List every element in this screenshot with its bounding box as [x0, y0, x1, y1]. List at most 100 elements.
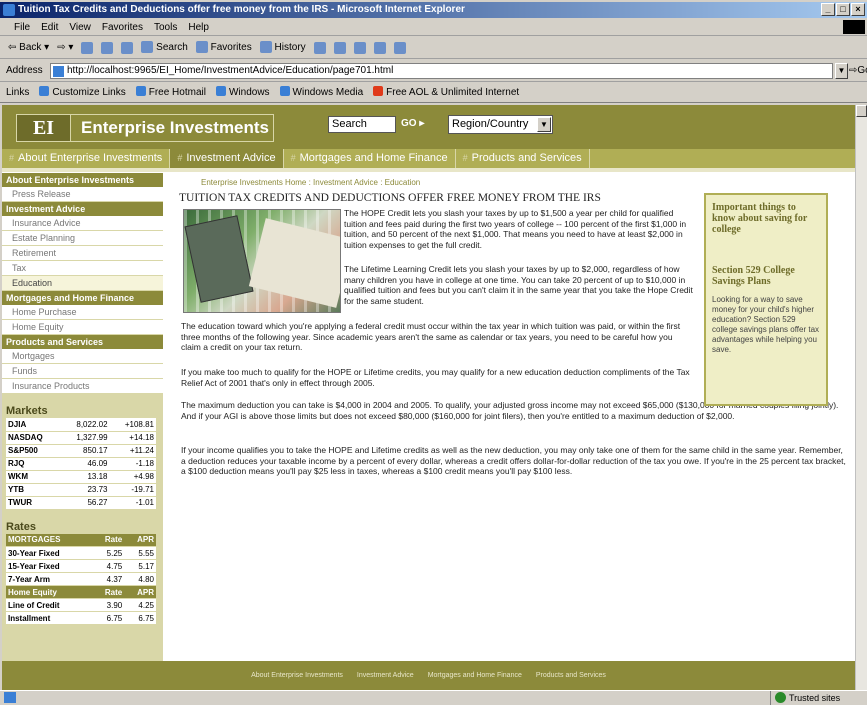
calculator-graphic	[184, 215, 254, 303]
market-value: 1,327.99	[60, 431, 110, 445]
favorites-button[interactable]: Favorites	[195, 37, 252, 59]
sidebar-item-funds[interactable]: Funds	[2, 364, 163, 379]
nav-products[interactable]: Products and Services	[456, 149, 590, 168]
site-logo[interactable]: EI Enterprise Investments	[16, 114, 274, 142]
home-icon[interactable]	[121, 41, 134, 54]
rate-value: 5.25	[91, 546, 125, 560]
footer-link-investment-advice[interactable]: Investment Advice	[357, 672, 414, 679]
scroll-up-button[interactable]	[856, 105, 867, 117]
nav-mortgages[interactable]: Mortgages and Home Finance	[284, 149, 456, 168]
rate-value: 4.75	[91, 559, 125, 573]
link-windows-media[interactable]: Windows Media	[280, 83, 364, 102]
rate-value: 4.37	[91, 572, 125, 586]
links-label: Links	[6, 87, 30, 98]
mail-icon[interactable]	[313, 41, 326, 54]
sidebar-item-home-equity[interactable]: Home Equity	[2, 320, 163, 335]
table-row: TWUR 56.27 -1.01	[6, 496, 156, 510]
sidebar-group-about[interactable]: About Enterprise Investments	[2, 173, 163, 187]
address-input[interactable]: http://localhost:9965/EI_Home/Investment…	[50, 63, 833, 79]
page-viewport: EI Enterprise Investments Search GO ▸ Re…	[2, 105, 855, 690]
rate-apr: 4.25	[124, 598, 156, 612]
link-free-hotmail[interactable]: Free Hotmail	[136, 83, 206, 102]
rate-value: 6.75	[91, 611, 125, 625]
market-symbol: TWUR	[6, 496, 61, 510]
link-windows[interactable]: Windows	[216, 83, 270, 102]
link-free-aol[interactable]: Free AOL & Unlimited Internet	[373, 83, 519, 102]
sidebar-item-press-release[interactable]: Press Release	[2, 187, 163, 202]
sidebar-item-home-purchase[interactable]: Home Purchase	[2, 305, 163, 320]
stop-icon[interactable]	[81, 41, 94, 54]
breadcrumb[interactable]: Enterprise Investments Home : Investment…	[201, 178, 420, 187]
menu-tools[interactable]: Tools	[154, 19, 177, 35]
go-button-label: Go	[857, 65, 867, 76]
market-symbol: NASDAQ	[6, 431, 61, 445]
menu-file[interactable]: File	[14, 19, 30, 35]
sidebar-item-insurance-advice[interactable]: Insurance Advice	[2, 216, 163, 231]
nav-about[interactable]: About Enterprise Investments	[2, 149, 171, 168]
edit-icon[interactable]	[353, 41, 366, 54]
sidebar-item-education[interactable]: Education	[2, 276, 163, 291]
rates-header-rate: Rate	[91, 533, 125, 547]
menu-help[interactable]: Help	[188, 19, 209, 35]
sidebar-group-products[interactable]: Products and Services	[2, 335, 163, 349]
window-title: Tuition Tax Credits and Deductions offer…	[18, 4, 465, 15]
table-header-row: Home Equity Rate APR	[6, 585, 156, 599]
table-row: 15-Year Fixed 4.75 5.17	[6, 559, 156, 573]
college-savings-callout: Important things to know about saving fo…	[704, 193, 828, 406]
history-button[interactable]: History	[259, 37, 306, 59]
sidebar-item-tax[interactable]: Tax	[2, 261, 163, 276]
title-bar: Tuition Tax Credits and Deductions offer…	[0, 2, 867, 18]
footer-link-products[interactable]: Products and Services	[536, 672, 606, 679]
menu-edit[interactable]: Edit	[41, 19, 58, 35]
vertical-scrollbar[interactable]	[855, 105, 867, 690]
market-value: 23.73	[60, 483, 110, 497]
search-button[interactable]: Search	[141, 37, 188, 59]
sidebar-item-estate-planning[interactable]: Estate Planning	[2, 231, 163, 246]
site-search-input[interactable]: Search	[328, 116, 396, 133]
article-paragraph-2: The Lifetime Learning Credit lets you sl…	[344, 264, 693, 306]
search-icon	[141, 40, 154, 53]
menu-bar: File Edit View Favorites Tools Help	[0, 19, 867, 36]
link-customize-links[interactable]: Customize Links	[39, 83, 125, 102]
print-icon[interactable]	[333, 41, 346, 54]
region-select[interactable]: Region/Country ▼	[448, 115, 553, 134]
favorites-button-label: Favorites	[210, 41, 252, 53]
discuss-icon[interactable]	[373, 41, 386, 54]
article-paragraph-6: If your income qualifies you to take the…	[181, 445, 846, 476]
security-zone-label: Trusted sites	[789, 693, 841, 703]
footer-link-mortgages[interactable]: Mortgages and Home Finance	[428, 672, 522, 679]
market-change: -1.18	[109, 457, 156, 471]
close-button[interactable]: ×	[851, 3, 865, 16]
table-row: S&P500 850.17 +11.24	[6, 444, 156, 458]
address-dropdown-button[interactable]: ▼	[835, 63, 848, 79]
sidebar-item-insurance-products[interactable]: Insurance Products	[2, 379, 163, 394]
chevron-down-icon: ▼	[537, 117, 551, 132]
menu-favorites[interactable]: Favorites	[102, 19, 143, 35]
market-value: 46.09	[60, 457, 110, 471]
sidebar-group-mortgages[interactable]: Mortgages and Home Finance	[2, 291, 163, 305]
back-button[interactable]: ⇦ Back ▾	[8, 37, 49, 59]
forward-button[interactable]: ⇨ ▾	[57, 37, 73, 59]
sidebar-group-investment-advice[interactable]: Investment Advice	[2, 202, 163, 216]
sidebar-item-retirement[interactable]: Retirement	[2, 246, 163, 261]
refresh-icon[interactable]	[101, 41, 114, 54]
minimize-button[interactable]: _	[821, 3, 835, 16]
site-go-button[interactable]: GO ▸	[401, 118, 424, 129]
page-icon	[53, 66, 64, 77]
messenger-icon[interactable]	[393, 41, 406, 54]
favorites-icon	[195, 40, 208, 53]
nav-investment-advice[interactable]: Investment Advice	[170, 149, 284, 168]
table-row: Installment 6.75 6.75	[6, 611, 156, 625]
go-button[interactable]: ⇨Go	[849, 60, 867, 82]
callout-subheading[interactable]: Section 529 College Savings Plans	[712, 265, 820, 287]
rate-product: Installment	[6, 611, 92, 625]
maximize-button[interactable]: □	[836, 3, 850, 16]
footer-link-about[interactable]: About Enterprise Investments	[251, 672, 343, 679]
rates-header-apr: APR	[124, 585, 156, 599]
sidebar-item-mortgages[interactable]: Mortgages	[2, 349, 163, 364]
market-change: +108.81	[109, 418, 156, 432]
menu-view[interactable]: View	[69, 19, 91, 35]
table-row: WKM 13.18 +4.98	[6, 470, 156, 484]
rate-product: 7-Year Arm	[6, 572, 92, 586]
table-row: Line of Credit 3.90 4.25	[6, 598, 156, 612]
